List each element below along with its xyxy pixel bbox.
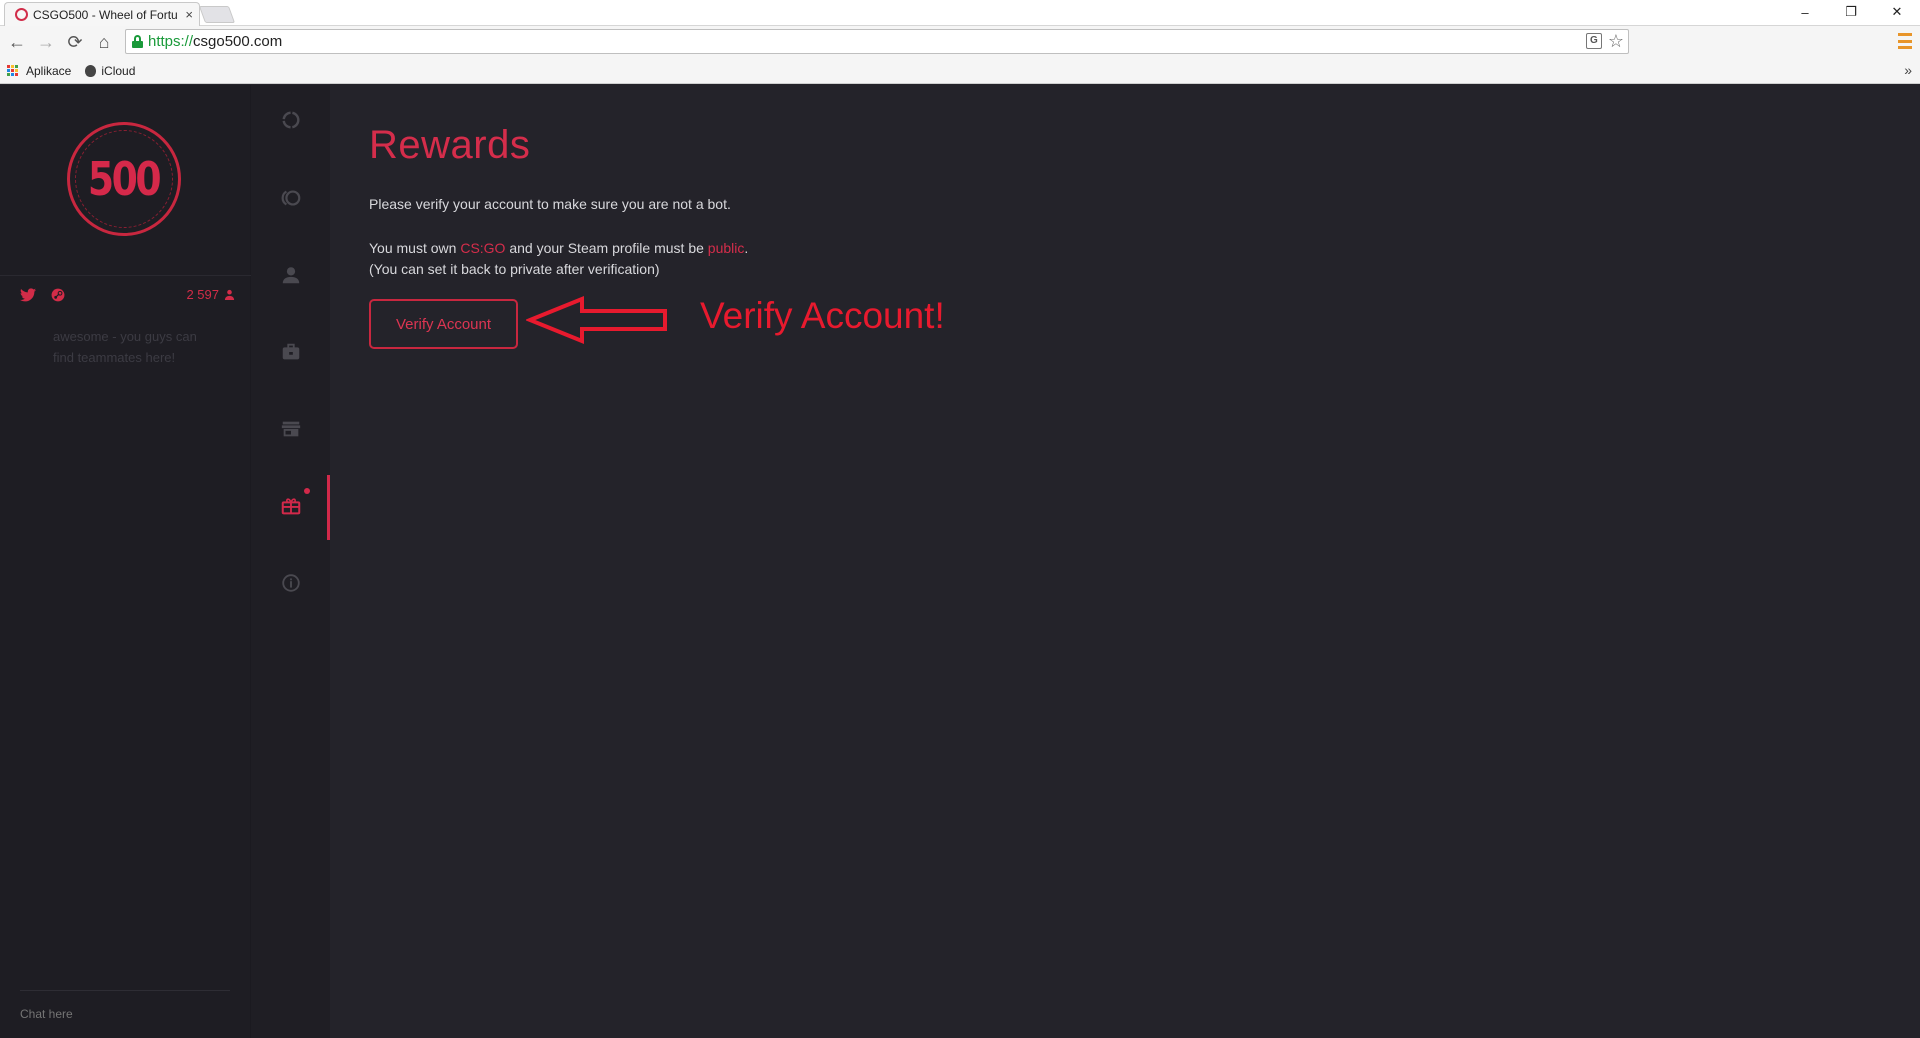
- bookmark-star-icon[interactable]: ☆: [1608, 32, 1624, 50]
- tab-title: CSGO500 - Wheel of Fortu: [33, 7, 178, 22]
- page-title: Rewards: [369, 123, 531, 167]
- info-icon: [281, 574, 300, 592]
- nav-rail: [251, 85, 330, 1038]
- browser-toolbar: ← → ⟳ ⌂ https:// csgo500.com G ☆: [0, 26, 1920, 58]
- user-icon: [224, 289, 235, 300]
- req-suffix: .: [744, 240, 749, 256]
- home-button[interactable]: ⌂: [93, 32, 115, 52]
- bookmark-label: iCloud: [101, 63, 136, 78]
- verify-account-button[interactable]: Verify Account: [369, 299, 518, 349]
- bookmark-apps[interactable]: Aplikace: [7, 64, 71, 78]
- online-count: 2 597: [186, 287, 219, 302]
- url-host: csgo500.com: [193, 33, 283, 50]
- nav-rewards[interactable]: [251, 483, 330, 529]
- chat-message: awesome - you guys can find teammates he…: [53, 329, 197, 365]
- nav-shop[interactable]: [251, 406, 330, 452]
- page: 500 2 597 awesome - you guys can find te…: [0, 85, 1920, 1038]
- lock-icon: [132, 35, 143, 48]
- divider: [0, 275, 251, 276]
- nav-inventory[interactable]: [251, 329, 330, 375]
- inventory-icon: [282, 343, 299, 360]
- coinflip-icon: [281, 190, 300, 206]
- notification-dot: [304, 488, 310, 494]
- game-link[interactable]: CS:GO: [460, 240, 505, 256]
- bookmarks-overflow-icon[interactable]: »: [1904, 62, 1912, 78]
- address-bar[interactable]: https:// csgo500.com G ☆: [125, 29, 1629, 54]
- req-note: (You can set it back to private after ve…: [369, 261, 660, 277]
- verify-prompt: Please verify your account to make sure …: [369, 196, 731, 212]
- chat-panel: 500 2 597 awesome - you guys can find te…: [0, 85, 251, 1038]
- public-link[interactable]: public: [708, 240, 745, 256]
- profile-icon: [282, 267, 299, 284]
- translate-icon[interactable]: G: [1585, 33, 1602, 49]
- annotation-text: Verify Account!: [700, 295, 945, 336]
- req-middle: and your Steam profile must be: [505, 240, 708, 256]
- window-controls: – ❐ ✕: [1782, 0, 1920, 24]
- apple-icon: [85, 64, 97, 77]
- bookmark-label: Aplikace: [26, 63, 72, 78]
- req-prefix: You must own: [369, 240, 461, 256]
- nav-info[interactable]: [251, 560, 330, 606]
- chat-input[interactable]: [20, 1007, 230, 1021]
- annotation-arrow-icon: [526, 296, 667, 344]
- url-scheme: https://: [148, 33, 194, 50]
- twitter-icon[interactable]: [20, 288, 36, 302]
- site-favicon-icon: [15, 8, 28, 21]
- browser-tabbar: CSGO500 - Wheel of Fortu × – ❐ ✕: [0, 0, 1920, 26]
- wheel-icon: [281, 111, 300, 129]
- nav-coinflip[interactable]: [251, 175, 330, 221]
- reload-button[interactable]: ⟳: [64, 32, 86, 52]
- tab-close-icon[interactable]: ×: [185, 7, 193, 22]
- chat-divider: [20, 990, 230, 991]
- nav-wheel[interactable]: [251, 97, 330, 143]
- browser-tab[interactable]: CSGO500 - Wheel of Fortu ×: [4, 2, 200, 26]
- apps-grid-icon: [7, 64, 19, 77]
- nav-profile[interactable]: [251, 252, 330, 298]
- bookmark-icloud[interactable]: iCloud: [85, 64, 135, 78]
- logo-text: 500: [88, 152, 162, 206]
- steam-icon[interactable]: [50, 288, 66, 302]
- online-users: 2 597: [186, 287, 235, 302]
- forward-button[interactable]: →: [35, 32, 57, 52]
- browser-menu-icon[interactable]: [1898, 33, 1912, 49]
- shop-icon: [281, 421, 300, 437]
- restore-button[interactable]: ❐: [1828, 0, 1874, 24]
- requirements: You must own CS:GO and your Steam profil…: [369, 238, 748, 280]
- back-button[interactable]: ←: [6, 32, 28, 52]
- site-logo[interactable]: 500: [67, 122, 181, 236]
- rewards-content: Rewards Please verify your account to ma…: [330, 85, 1920, 1038]
- new-tab-button[interactable]: [198, 6, 236, 23]
- social-links: [20, 288, 66, 302]
- minimize-button[interactable]: –: [1782, 0, 1828, 24]
- close-window-button[interactable]: ✕: [1874, 0, 1920, 24]
- bookmarks-bar: Aplikace iCloud »: [0, 58, 1920, 84]
- rewards-gift-icon: [281, 498, 300, 515]
